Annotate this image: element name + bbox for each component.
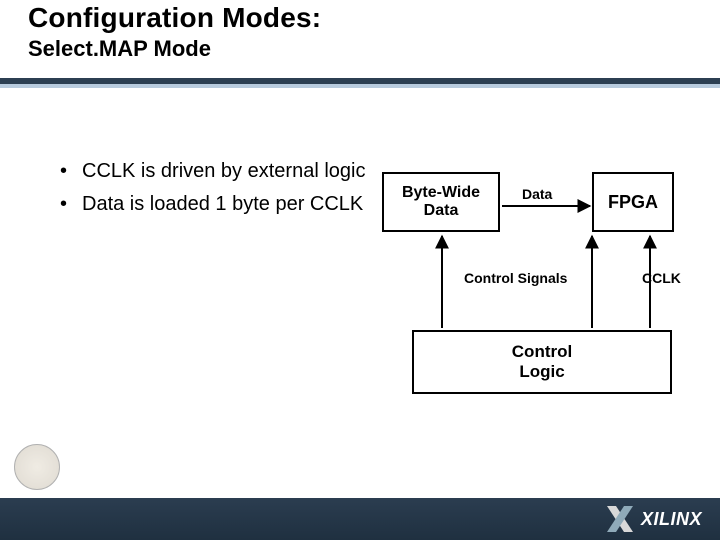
footer-bar: XILINX xyxy=(0,498,720,540)
title-sub: Select.MAP Mode xyxy=(28,36,688,62)
slide: Configuration Modes: Select.MAP Mode CCL… xyxy=(0,0,720,540)
title-main: Configuration Modes: xyxy=(28,2,688,34)
label-data: Data xyxy=(522,186,552,202)
label-cclk: CCLK xyxy=(642,270,681,286)
brand-text: XILINX xyxy=(641,509,702,530)
box-label: FPGA xyxy=(608,192,658,213)
box-label: Control Logic xyxy=(512,342,572,381)
label-control-signals: Control Signals xyxy=(464,270,567,286)
box-fpga: FPGA xyxy=(592,172,674,232)
seal-icon xyxy=(14,444,60,490)
box-byte-wide-data: Byte-Wide Data xyxy=(382,172,500,232)
xilinx-logo: XILINX xyxy=(607,506,702,532)
title-rule xyxy=(0,78,720,92)
diagram: Byte-Wide Data FPGA Control Logic Data C… xyxy=(382,160,702,420)
bullet-list: CCLK is driven by external logic Data is… xyxy=(60,158,370,224)
xilinx-x-icon xyxy=(607,506,633,532)
title-block: Configuration Modes: Select.MAP Mode xyxy=(28,2,688,62)
box-label: Byte-Wide Data xyxy=(402,184,480,221)
bullet-item: CCLK is driven by external logic xyxy=(60,158,370,185)
bullet-item: Data is loaded 1 byte per CCLK xyxy=(60,191,370,218)
box-control-logic: Control Logic xyxy=(412,330,672,394)
